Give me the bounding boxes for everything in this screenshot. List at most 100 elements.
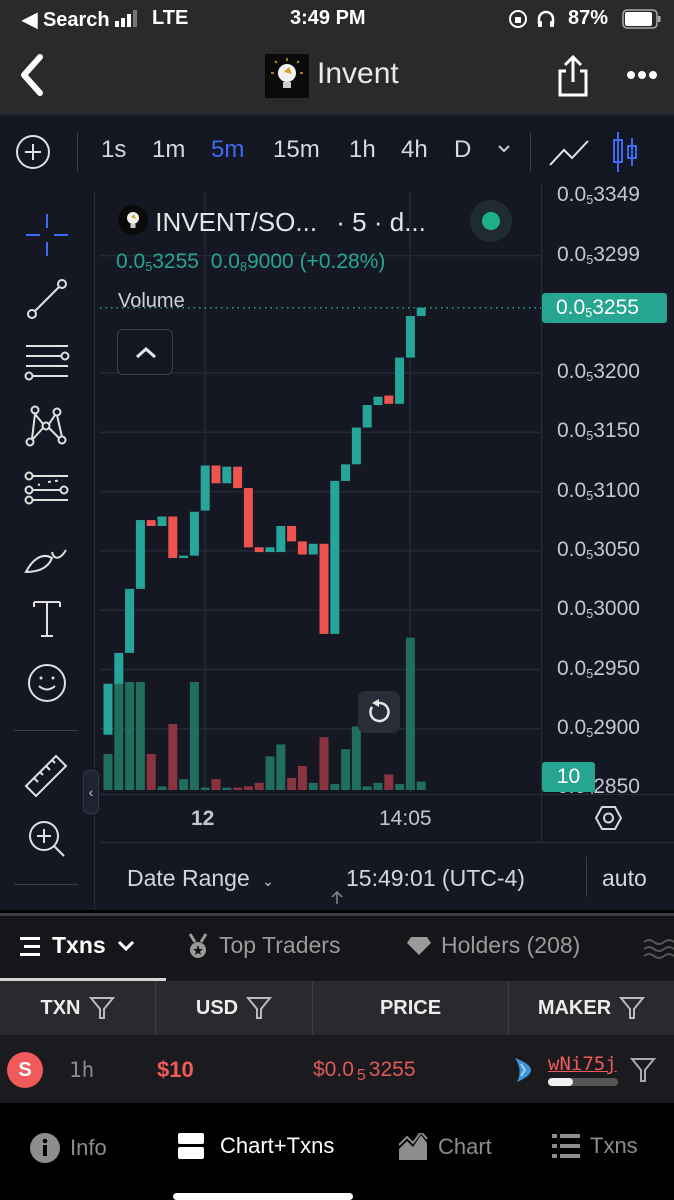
maker-holding-fill: [548, 1078, 573, 1086]
back-button[interactable]: [16, 54, 46, 96]
candle: [168, 516, 178, 559]
split-view-icon: [178, 1133, 204, 1159]
chart-canvas[interactable]: [100, 192, 541, 792]
candle: [179, 555, 189, 559]
timeframe-dropdown[interactable]: [497, 144, 511, 154]
timeframe-d[interactable]: D: [454, 136, 471, 164]
chevron-left-icon: ‹: [88, 784, 94, 800]
collapse-toolbar-button[interactable]: ‹: [83, 770, 99, 814]
candle: [243, 488, 253, 548]
price-tick: 0.053200: [557, 360, 640, 385]
nav-txns[interactable]: Txns: [552, 1133, 638, 1159]
volume-bar: [146, 754, 156, 790]
emoji-tool[interactable]: [22, 658, 72, 708]
live-dot: [482, 212, 500, 230]
zoom-in-tool[interactable]: [22, 814, 72, 864]
candle: [287, 525, 297, 542]
more-button[interactable]: [626, 70, 660, 80]
price-tick: 0.053349: [557, 184, 640, 208]
date-range-dropdown[interactable]: Date Range ⌄: [127, 865, 274, 892]
maker-badge-icon: [513, 1056, 533, 1084]
list-icon: [20, 936, 40, 956]
maker-address[interactable]: wNi75j: [548, 1053, 617, 1075]
header-usd[interactable]: USD: [156, 981, 313, 1035]
scale-mode-auto[interactable]: auto: [602, 865, 647, 892]
chevron-down-icon: [498, 145, 510, 153]
medal-icon: [188, 932, 208, 958]
candle: [405, 316, 415, 358]
volume-legend: Volume: [118, 290, 185, 312]
timeframe-1h[interactable]: 1h: [349, 136, 376, 164]
chevron-down-icon: ⌄: [262, 873, 274, 889]
clock-timezone[interactable]: 15:49:01 (UTC-4): [346, 865, 525, 892]
timeframe-1m[interactable]: 1m: [152, 136, 185, 164]
trendline-tool[interactable]: [22, 274, 72, 324]
timeframe-1s[interactable]: 1s: [101, 136, 126, 164]
smiley-icon: [28, 664, 66, 702]
chart-footer: Date Range ⌄ 15:49:01 (UTC-4) auto: [100, 842, 674, 910]
crosshair-tool[interactable]: [22, 210, 72, 260]
plus-circle-icon: [16, 135, 50, 169]
table-row[interactable]: S 1h $10 $0.0 5 3255 wNi75j: [0, 1035, 674, 1103]
back-to-app[interactable]: ◀ Search: [22, 7, 110, 32]
add-indicator-button[interactable]: [15, 134, 51, 170]
area-chart-icon: [398, 1133, 428, 1160]
fib-tool[interactable]: [22, 466, 72, 516]
divider: [14, 884, 78, 885]
price-axis[interactable]: 0.053349 0.053299 0.053200 0.053150 0.053100…: [541, 184, 674, 794]
filter-maker-button[interactable]: [630, 1057, 656, 1083]
candlestick-icon: [613, 132, 637, 172]
diamond-icon: [407, 936, 431, 955]
liquidity-tab-icon[interactable]: [644, 938, 674, 960]
share-button[interactable]: [556, 54, 590, 98]
candle: [362, 405, 372, 428]
volume-bar: [330, 784, 340, 790]
txn-price: $0.0 5 3255: [313, 1058, 416, 1084]
candle: [330, 480, 340, 634]
timeframe-5m[interactable]: 5m: [211, 136, 244, 164]
txn-usd: $10: [157, 1057, 194, 1082]
candle: [319, 543, 329, 634]
candle: [384, 395, 394, 404]
change-percent: (+0.28%): [299, 250, 386, 273]
battery-percent: 87%: [568, 7, 609, 29]
volume-bar: [341, 749, 351, 790]
clock: 3:49 PM: [290, 7, 366, 29]
header-maker[interactable]: MAKER: [509, 981, 674, 1035]
tab-top-traders[interactable]: Top Traders: [187, 932, 340, 959]
volume-bar: [168, 724, 178, 790]
symbol-name[interactable]: INVENT/SO...: [155, 207, 317, 237]
filter-icon: [630, 1058, 656, 1082]
nav-chart[interactable]: Chart: [398, 1133, 492, 1161]
tab-holders[interactable]: Holders (208): [407, 932, 580, 959]
ellipsis-icon: [627, 71, 657, 79]
pattern-tool[interactable]: [22, 402, 72, 452]
txn-table-header: TXN USD PRICE MAKER: [0, 981, 674, 1035]
parallel-lines-tool[interactable]: [22, 338, 72, 388]
chart-toolbar: 1s 1m 5m 15m 1h 4h D: [0, 114, 674, 184]
reset-chart-button[interactable]: [358, 691, 400, 733]
chart-settings-button[interactable]: [541, 794, 674, 842]
measure-tool[interactable]: [22, 750, 72, 800]
timeframe-15m[interactable]: 15m: [273, 136, 320, 164]
xabcd-pattern-icon: [25, 405, 67, 447]
nav-chart-txns[interactable]: Chart+Txns: [178, 1133, 334, 1159]
volume-bar: [157, 786, 167, 790]
volume-bar: [319, 737, 329, 790]
volume-bar: [384, 774, 394, 790]
candle-chart-button[interactable]: [610, 130, 640, 174]
volume-bar: [103, 754, 113, 790]
trend-line-icon: [27, 279, 67, 319]
change-sub: 8: [239, 260, 247, 275]
text-tool[interactable]: [22, 594, 72, 644]
chevron-left-icon: [21, 54, 43, 96]
time-axis[interactable]: 12 14:05: [100, 794, 541, 842]
timeframe-4h[interactable]: 4h: [401, 136, 428, 164]
brush-tool[interactable]: [22, 530, 72, 580]
header-txn[interactable]: TXN: [0, 981, 156, 1035]
line-chart-button[interactable]: [548, 138, 592, 168]
collapse-legend-button[interactable]: [117, 329, 173, 375]
tab-txns[interactable]: Txns: [20, 932, 136, 959]
nav-info[interactable]: Info: [30, 1133, 107, 1163]
waves-icon: [644, 939, 674, 959]
